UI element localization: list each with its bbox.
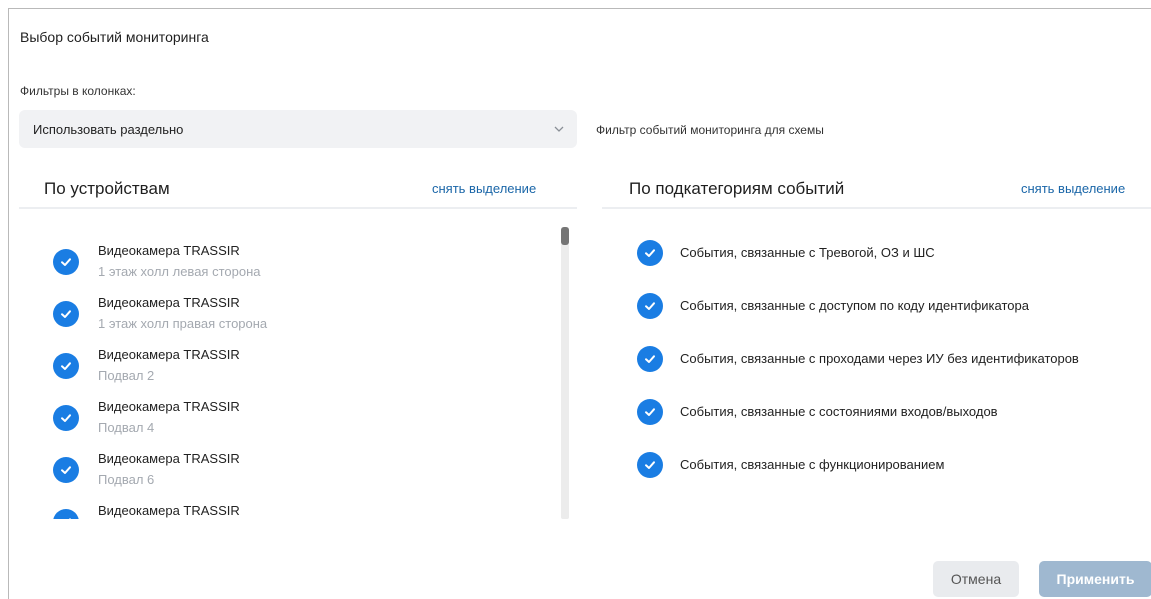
device-name: Видеокамера TRASSIR — [98, 451, 240, 466]
subcategory-label: События, связанные с Тревогой, ОЗ и ШС — [680, 245, 935, 260]
device-list-item[interactable]: Видеокамера TRASSIR Подвал 2 — [53, 341, 553, 393]
filters-label: Фильтры в колонках: — [20, 84, 136, 98]
subcategory-list-item[interactable]: События, связанные с функционированием — [637, 450, 1151, 480]
devices-scrollbar-track[interactable] — [561, 227, 569, 519]
dialog-title: Выбор событий мониторинга — [20, 29, 209, 45]
device-name: Видеокамера TRASSIR — [98, 399, 240, 414]
apply-button[interactable]: Применить — [1039, 561, 1151, 597]
device-location: Подвал 4 — [98, 420, 155, 435]
devices-scrollbar-thumb[interactable] — [561, 227, 569, 245]
device-location: Подвал 6 — [98, 472, 155, 487]
checkbox-checked-icon[interactable] — [53, 353, 79, 379]
device-name: Видеокамера TRASSIR — [98, 243, 240, 258]
filter-mode-select[interactable]: Использовать раздельно — [19, 110, 577, 148]
subcategory-label: События, связанные с функционированием — [680, 457, 945, 472]
subcategory-list-item[interactable]: События, связанные с состояниями входов/… — [637, 397, 1151, 427]
devices-list[interactable]: Видеокамера TRASSIR 1 этаж холл левая сто… — [19, 227, 569, 519]
subcategories-panel-title: По подкатегориям событий — [629, 179, 845, 198]
device-list-item[interactable]: Видеокамера TRASSIR Подвал 4 — [53, 393, 553, 445]
checkbox-checked-icon[interactable] — [637, 399, 663, 425]
subcategories-clear-selection-link[interactable]: снять выделение — [1021, 181, 1125, 196]
device-list-item[interactable]: Видеокамера TRASSIR — [53, 497, 553, 519]
checkbox-checked-icon[interactable] — [637, 293, 663, 319]
device-location: 1 этаж холл правая сторона — [98, 316, 268, 331]
device-name: Видеокамера TRASSIR — [98, 295, 240, 310]
scheme-filter-label: Фильтр событий мониторинга для схемы — [596, 123, 824, 137]
checkbox-checked-icon[interactable] — [53, 457, 79, 483]
subcategory-list-item[interactable]: События, связанные с Тревогой, ОЗ и ШС — [637, 238, 1151, 268]
subcategories-divider — [602, 207, 1151, 209]
device-list-item[interactable]: Видеокамера TRASSIR 1 этаж холл правая ст… — [53, 289, 553, 341]
device-location: 1 этаж холл левая сторона — [98, 264, 261, 279]
device-name: Видеокамера TRASSIR — [98, 503, 240, 518]
monitoring-events-dialog: Выбор событий мониторинга Фильтры в коло… — [8, 8, 1151, 599]
checkbox-checked-icon[interactable] — [53, 405, 79, 431]
device-name: Видеокамера TRASSIR — [98, 347, 240, 362]
checkbox-checked-icon[interactable] — [53, 509, 79, 519]
checkbox-checked-icon[interactable] — [637, 240, 663, 266]
checkbox-checked-icon[interactable] — [53, 249, 79, 275]
device-list-item[interactable]: Видеокамера TRASSIR 1 этаж холл левая сто… — [53, 237, 553, 289]
checkbox-checked-icon[interactable] — [637, 346, 663, 372]
devices-clear-selection-link[interactable]: снять выделение — [432, 181, 536, 196]
device-list-item[interactable]: Видеокамера TRASSIR Подвал 6 — [53, 445, 553, 497]
device-location: Подвал 2 — [98, 368, 155, 383]
chevron-down-icon — [554, 126, 564, 132]
subcategory-list-item[interactable]: События, связанные с доступом по коду ид… — [637, 291, 1151, 321]
checkbox-checked-icon[interactable] — [53, 301, 79, 327]
subcategory-label: События, связанные с доступом по коду ид… — [680, 298, 1029, 313]
checkbox-checked-icon[interactable] — [637, 452, 663, 478]
devices-divider — [19, 207, 577, 209]
subcategory-label: События, связанные с состояниями входов/… — [680, 404, 998, 419]
cancel-button[interactable]: Отмена — [933, 561, 1019, 597]
subcategory-list-item[interactable]: События, связанные с проходами через ИУ … — [637, 344, 1151, 374]
filter-mode-value: Использовать раздельно — [33, 121, 184, 137]
subcategory-label: События, связанные с проходами через ИУ … — [680, 351, 1079, 366]
devices-panel-title: По устройствам — [44, 179, 170, 198]
